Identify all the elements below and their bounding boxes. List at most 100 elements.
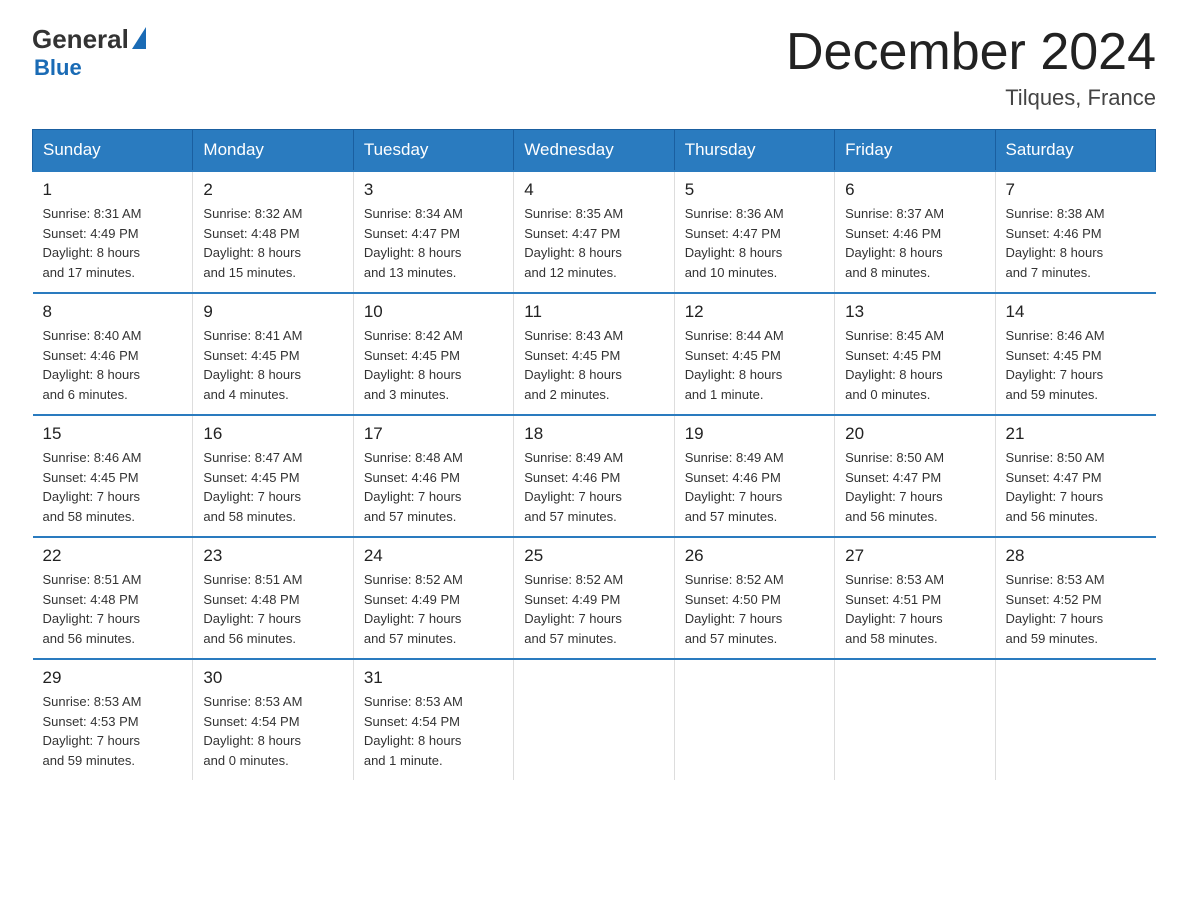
calendar-header-row: Sunday Monday Tuesday Wednesday Thursday…	[33, 130, 1156, 172]
day-info: Sunrise: 8:36 AMSunset: 4:47 PMDaylight:…	[685, 204, 824, 282]
day-number: 14	[1006, 302, 1146, 322]
day-info: Sunrise: 8:46 AMSunset: 4:45 PMDaylight:…	[1006, 326, 1146, 404]
day-number: 5	[685, 180, 824, 200]
calendar-cell: 23Sunrise: 8:51 AMSunset: 4:48 PMDayligh…	[193, 537, 353, 659]
page-header: General Blue December 2024 Tilques, Fran…	[32, 24, 1156, 111]
day-number: 12	[685, 302, 824, 322]
calendar-cell: 13 Sunrise: 8:45 AMSunset: 4:45 PMDayligh…	[835, 293, 995, 415]
calendar-week-row: 29Sunrise: 8:53 AMSunset: 4:53 PMDayligh…	[33, 659, 1156, 780]
location-label: Tilques, France	[786, 85, 1156, 111]
day-number: 6	[845, 180, 984, 200]
day-number: 16	[203, 424, 342, 444]
day-info: Sunrise: 8:52 AMSunset: 4:50 PMDaylight:…	[685, 570, 824, 648]
day-info: Sunrise: 8:53 AMSunset: 4:51 PMDaylight:…	[845, 570, 984, 648]
calendar-cell: 16 Sunrise: 8:47 AMSunset: 4:45 PMDayligh…	[193, 415, 353, 537]
calendar-cell: 11Sunrise: 8:43 AMSunset: 4:45 PMDayligh…	[514, 293, 674, 415]
day-info: Sunrise: 8:40 AMSunset: 4:46 PMDaylight:…	[43, 326, 183, 404]
day-number: 9	[203, 302, 342, 322]
day-info: Sunrise: 8:52 AMSunset: 4:49 PMDaylight:…	[364, 570, 503, 648]
calendar-week-row: 15 Sunrise: 8:46 AMSunset: 4:45 PMDayligh…	[33, 415, 1156, 537]
day-number: 20	[845, 424, 984, 444]
title-area: December 2024 Tilques, France	[786, 24, 1156, 111]
day-number: 21	[1006, 424, 1146, 444]
calendar-cell	[674, 659, 834, 780]
calendar-cell: 20 Sunrise: 8:50 AMSunset: 4:47 PMDayligh…	[835, 415, 995, 537]
calendar-cell: 2 Sunrise: 8:32 AMSunset: 4:48 PMDaylight…	[193, 171, 353, 293]
logo: General Blue	[32, 24, 146, 81]
day-info: Sunrise: 8:49 AMSunset: 4:46 PMDaylight:…	[524, 448, 663, 526]
calendar-cell: 4 Sunrise: 8:35 AMSunset: 4:47 PMDaylight…	[514, 171, 674, 293]
calendar-cell: 12 Sunrise: 8:44 AMSunset: 4:45 PMDayligh…	[674, 293, 834, 415]
day-info: Sunrise: 8:52 AMSunset: 4:49 PMDaylight:…	[524, 570, 663, 648]
day-number: 1	[43, 180, 183, 200]
calendar-cell: 8 Sunrise: 8:40 AMSunset: 4:46 PMDaylight…	[33, 293, 193, 415]
calendar-cell: 21 Sunrise: 8:50 AMSunset: 4:47 PMDayligh…	[995, 415, 1155, 537]
calendar-cell: 22Sunrise: 8:51 AMSunset: 4:48 PMDayligh…	[33, 537, 193, 659]
day-number: 27	[845, 546, 984, 566]
day-number: 17	[364, 424, 503, 444]
day-info: Sunrise: 8:32 AMSunset: 4:48 PMDaylight:…	[203, 204, 342, 282]
day-info: Sunrise: 8:47 AMSunset: 4:45 PMDaylight:…	[203, 448, 342, 526]
day-info: Sunrise: 8:53 AMSunset: 4:54 PMDaylight:…	[203, 692, 342, 770]
calendar-cell: 3Sunrise: 8:34 AMSunset: 4:47 PMDaylight…	[353, 171, 513, 293]
calendar-cell: 14 Sunrise: 8:46 AMSunset: 4:45 PMDayligh…	[995, 293, 1155, 415]
day-info: Sunrise: 8:35 AMSunset: 4:47 PMDaylight:…	[524, 204, 663, 282]
calendar-cell: 7 Sunrise: 8:38 AMSunset: 4:46 PMDaylight…	[995, 171, 1155, 293]
logo-blue-text: Blue	[34, 55, 82, 81]
day-number: 24	[364, 546, 503, 566]
calendar-cell: 1Sunrise: 8:31 AMSunset: 4:49 PMDaylight…	[33, 171, 193, 293]
day-number: 8	[43, 302, 183, 322]
calendar-cell: 19 Sunrise: 8:49 AMSunset: 4:46 PMDayligh…	[674, 415, 834, 537]
calendar-cell: 31Sunrise: 8:53 AMSunset: 4:54 PMDayligh…	[353, 659, 513, 780]
col-wednesday: Wednesday	[514, 130, 674, 172]
day-number: 19	[685, 424, 824, 444]
day-number: 18	[524, 424, 663, 444]
day-info: Sunrise: 8:34 AMSunset: 4:47 PMDaylight:…	[364, 204, 503, 282]
calendar-cell: 10Sunrise: 8:42 AMSunset: 4:45 PMDayligh…	[353, 293, 513, 415]
day-number: 13	[845, 302, 984, 322]
col-thursday: Thursday	[674, 130, 834, 172]
day-info: Sunrise: 8:51 AMSunset: 4:48 PMDaylight:…	[43, 570, 183, 648]
day-info: Sunrise: 8:46 AMSunset: 4:45 PMDaylight:…	[43, 448, 183, 526]
day-info: Sunrise: 8:53 AMSunset: 4:52 PMDaylight:…	[1006, 570, 1146, 648]
col-sunday: Sunday	[33, 130, 193, 172]
day-number: 31	[364, 668, 503, 688]
day-number: 10	[364, 302, 503, 322]
day-info: Sunrise: 8:49 AMSunset: 4:46 PMDaylight:…	[685, 448, 824, 526]
day-info: Sunrise: 8:43 AMSunset: 4:45 PMDaylight:…	[524, 326, 663, 404]
month-title: December 2024	[786, 24, 1156, 81]
day-info: Sunrise: 8:44 AMSunset: 4:45 PMDaylight:…	[685, 326, 824, 404]
col-tuesday: Tuesday	[353, 130, 513, 172]
day-info: Sunrise: 8:48 AMSunset: 4:46 PMDaylight:…	[364, 448, 503, 526]
day-info: Sunrise: 8:45 AMSunset: 4:45 PMDaylight:…	[845, 326, 984, 404]
calendar-cell: 18 Sunrise: 8:49 AMSunset: 4:46 PMDayligh…	[514, 415, 674, 537]
day-info: Sunrise: 8:51 AMSunset: 4:48 PMDaylight:…	[203, 570, 342, 648]
day-number: 25	[524, 546, 663, 566]
calendar-cell: 27 Sunrise: 8:53 AMSunset: 4:51 PMDayligh…	[835, 537, 995, 659]
calendar-cell: 26 Sunrise: 8:52 AMSunset: 4:50 PMDayligh…	[674, 537, 834, 659]
calendar-week-row: 1Sunrise: 8:31 AMSunset: 4:49 PMDaylight…	[33, 171, 1156, 293]
day-info: Sunrise: 8:53 AMSunset: 4:53 PMDaylight:…	[43, 692, 183, 770]
calendar-cell: 24 Sunrise: 8:52 AMSunset: 4:49 PMDayligh…	[353, 537, 513, 659]
day-number: 26	[685, 546, 824, 566]
calendar-cell: 9 Sunrise: 8:41 AMSunset: 4:45 PMDaylight…	[193, 293, 353, 415]
day-number: 2	[203, 180, 342, 200]
day-info: Sunrise: 8:50 AMSunset: 4:47 PMDaylight:…	[1006, 448, 1146, 526]
day-info: Sunrise: 8:41 AMSunset: 4:45 PMDaylight:…	[203, 326, 342, 404]
calendar-cell: 28Sunrise: 8:53 AMSunset: 4:52 PMDayligh…	[995, 537, 1155, 659]
calendar-cell: 30Sunrise: 8:53 AMSunset: 4:54 PMDayligh…	[193, 659, 353, 780]
col-monday: Monday	[193, 130, 353, 172]
calendar-cell: 29Sunrise: 8:53 AMSunset: 4:53 PMDayligh…	[33, 659, 193, 780]
day-number: 7	[1006, 180, 1146, 200]
calendar-week-row: 8 Sunrise: 8:40 AMSunset: 4:46 PMDaylight…	[33, 293, 1156, 415]
day-info: Sunrise: 8:38 AMSunset: 4:46 PMDaylight:…	[1006, 204, 1146, 282]
col-friday: Friday	[835, 130, 995, 172]
day-number: 15	[43, 424, 183, 444]
calendar-cell	[835, 659, 995, 780]
logo-triangle-icon	[132, 27, 146, 49]
calendar-cell	[995, 659, 1155, 780]
day-number: 4	[524, 180, 663, 200]
day-info: Sunrise: 8:50 AMSunset: 4:47 PMDaylight:…	[845, 448, 984, 526]
logo-general-text: General	[32, 24, 129, 55]
day-info: Sunrise: 8:37 AMSunset: 4:46 PMDaylight:…	[845, 204, 984, 282]
